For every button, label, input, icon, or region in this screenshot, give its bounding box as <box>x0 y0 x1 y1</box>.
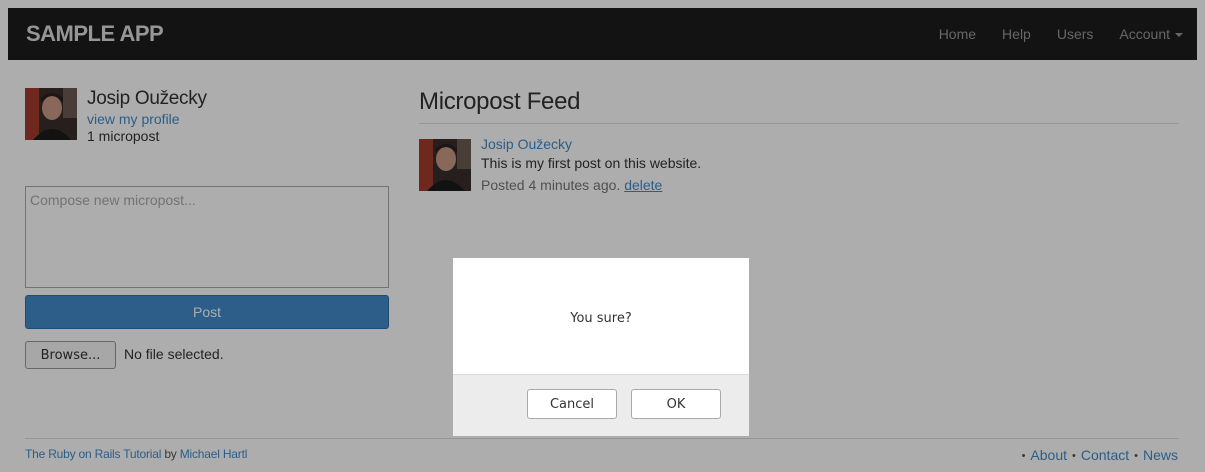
dialog-ok-button[interactable]: OK <box>631 389 721 419</box>
dialog-message: You sure? <box>570 311 632 326</box>
confirm-dialog: You sure? Cancel OK <box>453 258 749 436</box>
dialog-cancel-button[interactable]: Cancel <box>527 389 617 419</box>
dialog-footer: Cancel OK <box>453 374 749 436</box>
